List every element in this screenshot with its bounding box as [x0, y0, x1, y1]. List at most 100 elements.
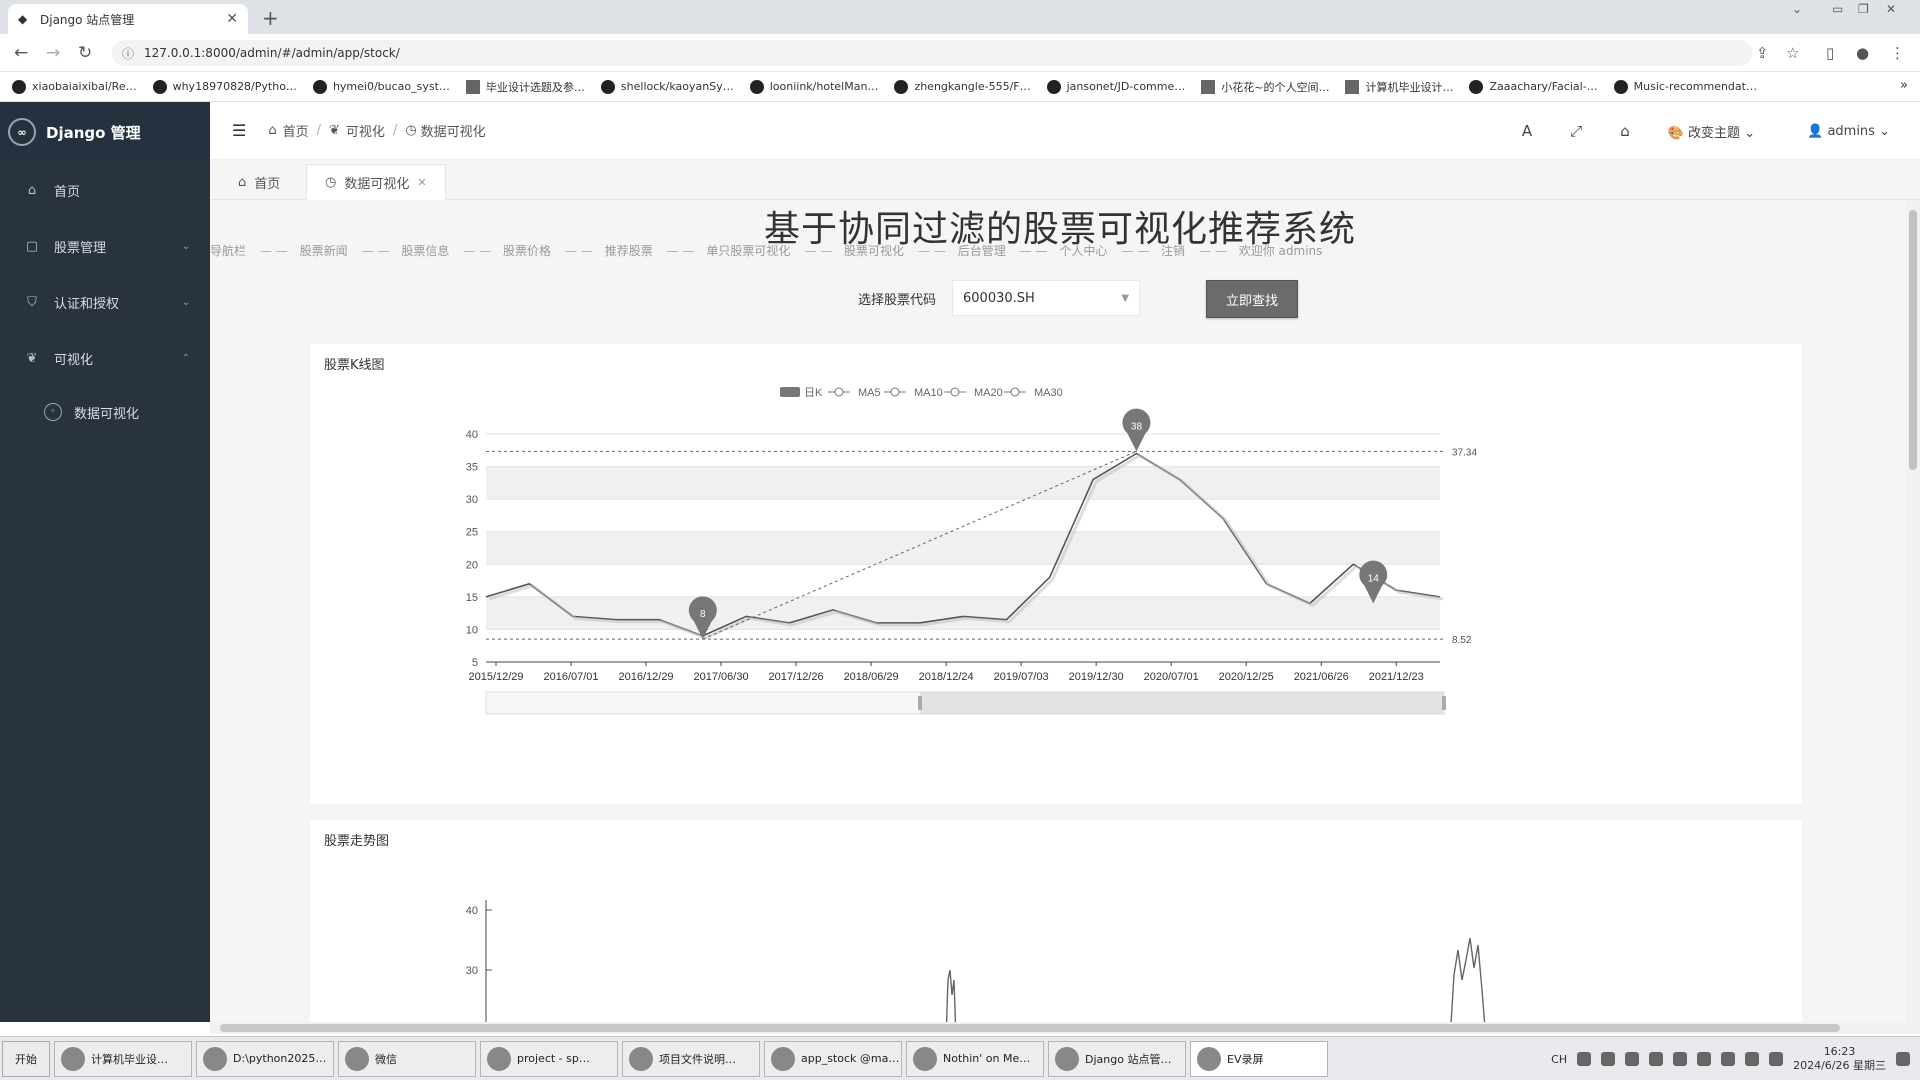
user-menu[interactable]: 👤 admins ⌄ [1807, 124, 1890, 139]
nav-separator: — — [361, 244, 390, 258]
tray-icon[interactable] [1649, 1052, 1664, 1066]
sidebar-item-visualization[interactable]: ❦ 可视化 ⌃ [0, 330, 210, 386]
minimize-icon[interactable]: ▭ [1832, 2, 1843, 16]
taskbar-item[interactable]: EV录屏 [1190, 1040, 1328, 1077]
nav-link[interactable]: 推荐股票 [605, 244, 653, 258]
tab-home[interactable]: ⌂ 首页 [220, 164, 298, 200]
url-field[interactable]: ⓘ 127.0.0.1:8000/admin/#/admin/app/stock… [112, 40, 1752, 66]
bookmark-item[interactable]: why18970828/Pytho… [152, 79, 297, 94]
tray-icon[interactable] [1601, 1052, 1616, 1066]
reload-icon[interactable]: ↻ [78, 43, 92, 63]
bookmark-item[interactable]: Zaaachary/Facial-… [1469, 79, 1598, 94]
start-button[interactable]: 开始 [2, 1040, 50, 1077]
nav-link[interactable]: 个人中心 [1059, 244, 1107, 258]
scroll-thumb[interactable] [1909, 210, 1917, 470]
taskbar-item[interactable]: 项目文件说明… [622, 1040, 760, 1077]
volume-icon[interactable] [1769, 1052, 1784, 1066]
qq-icon[interactable] [1721, 1052, 1736, 1066]
bookmark-item[interactable]: shellock/kaoyanSy… [600, 79, 734, 94]
y-tick-label: 30 [466, 965, 478, 977]
taskbar-item[interactable]: Nothin' on Me… [906, 1040, 1044, 1077]
bookmark-item[interactable]: looniink/hotelMan… [749, 79, 878, 94]
taskbar-item[interactable]: project - sp… [480, 1040, 618, 1077]
nav-separator: — — [666, 244, 695, 258]
tray-icon[interactable] [1673, 1052, 1688, 1066]
task-label: 微信 [375, 1052, 397, 1066]
breadcrumb-leaf-icon: ❦ [329, 123, 340, 138]
taskbar-item[interactable]: Django 站点管… [1048, 1040, 1186, 1077]
nav-link[interactable]: 股票新闻 [300, 244, 348, 258]
browser-menu-icon[interactable]: ⋮ [1890, 44, 1905, 62]
back-icon[interactable]: ← [14, 43, 28, 63]
pycharm-icon [487, 1046, 511, 1071]
nav-link[interactable]: 导航栏 [210, 244, 246, 258]
nav-link[interactable]: 后台管理 [958, 244, 1006, 258]
taskbar-item[interactable]: app_stock @ma… [764, 1040, 902, 1077]
tray-icon[interactable] [1697, 1052, 1712, 1066]
font-size-icon[interactable]: A [1522, 122, 1532, 140]
bookmark-star-icon[interactable]: ☆ [1786, 44, 1799, 62]
show-desktop-icon[interactable] [1896, 1052, 1910, 1066]
bookmark-item[interactable]: zhengkangle-555/F… [894, 79, 1031, 94]
sidepanel-icon[interactable]: ▯ [1826, 44, 1834, 62]
breadcrumb-item[interactable]: 首页 [283, 121, 309, 140]
qq-icon[interactable] [1745, 1052, 1760, 1066]
taskbar-item[interactable]: 微信 [338, 1040, 476, 1077]
bookmark-item[interactable]: jansonet/JD-comme… [1046, 79, 1185, 94]
stock-code-select[interactable]: 600030.SH ▼ [952, 280, 1141, 316]
nav-link[interactable]: 单只股票可视化 [706, 244, 790, 258]
home-icon[interactable]: ⌂ [1620, 122, 1630, 140]
close-tab-icon[interactable]: ✕ [417, 176, 426, 189]
bookmark-item[interactable]: 计算机毕业设计… [1345, 79, 1453, 95]
task-label: Nothin' on Me… [943, 1052, 1031, 1065]
sidebar-item-stock-management[interactable]: ▢ 股票管理 ⌄ [0, 218, 210, 274]
breadcrumb-circle-icon: ◷ [405, 123, 417, 138]
browser-tab[interactable]: ◆ Django 站点管理 ✕ [8, 4, 248, 34]
bookmark-item[interactable]: xiaobaiaixibai/Re… [12, 79, 137, 94]
vertical-scrollbar[interactable] [1906, 200, 1920, 1024]
tab-data-visualization[interactable]: ◷ 数据可视化 ✕ [306, 164, 446, 200]
kline-chart[interactable]: 日K MA5 MA10 MA20 MA30 5 10 15 20 25 30 35 40 2015/12/… [310, 344, 1802, 804]
bookmark-label: zhengkangle-555/F… [914, 80, 1031, 93]
language-indicator[interactable]: CH [1551, 1053, 1567, 1066]
new-tab-icon[interactable]: + [262, 6, 279, 30]
scroll-thumb[interactable] [220, 1024, 1840, 1032]
forward-icon[interactable]: → [46, 43, 60, 63]
taskbar-item[interactable]: D:\python2025… [196, 1040, 334, 1077]
fullscreen-icon[interactable]: ⤢ [1570, 122, 1582, 140]
bookmark-item[interactable]: Music-recommendat… [1613, 79, 1757, 94]
bookmark-item[interactable]: hymei0/bucao_syst… [312, 79, 450, 94]
maximize-icon[interactable]: ❐ [1858, 2, 1869, 16]
profile-icon[interactable]: ● [1856, 44, 1869, 62]
close-tab-icon[interactable]: ✕ [226, 11, 238, 27]
nav-link[interactable]: 注销 [1161, 244, 1185, 258]
bookmarks-overflow-icon[interactable]: » [1900, 78, 1908, 93]
theme-switcher[interactable]: 🎨 改变主题 ⌄ [1668, 122, 1755, 141]
sidebar-subitem-data-visualization[interactable]: ◦ 数据可视化 [0, 386, 210, 438]
bookmark-item[interactable]: 小花花~的个人空间… [1201, 79, 1329, 95]
horizontal-scrollbar[interactable] [210, 1022, 1920, 1034]
clock[interactable]: 16:23 2024/6/26 星期三 [1793, 1045, 1886, 1073]
trend-chart[interactable]: 30 40 [310, 820, 1802, 1024]
site-info-icon[interactable]: ⓘ [122, 45, 134, 62]
bookmark-label: why18970828/Pytho… [172, 80, 297, 93]
bookmark-item[interactable]: 毕业设计选题及参… [465, 79, 585, 95]
legend-label: MA10 [914, 387, 943, 399]
tab-search-icon[interactable]: ⌄ [1792, 2, 1802, 16]
tray-icon[interactable] [1577, 1052, 1592, 1066]
y-tick-label: 25 [466, 527, 478, 539]
menu-toggle-icon[interactable]: ☰ [232, 121, 246, 140]
tray-icon[interactable] [1625, 1052, 1640, 1066]
sidebar-item-home[interactable]: ⌂ 首页 [0, 162, 210, 218]
site-icon [465, 79, 480, 94]
sidebar-item-auth[interactable]: ⛉ 认证和授权 ⌄ [0, 274, 210, 330]
search-button[interactable]: 立即查找 [1206, 280, 1298, 318]
close-window-icon[interactable]: ✕ [1886, 2, 1896, 16]
nav-link[interactable]: 股票可视化 [844, 244, 904, 258]
share-icon[interactable]: ⇪ [1756, 44, 1769, 62]
nav-link[interactable]: 股票价格 [503, 244, 551, 258]
nav-link[interactable]: 股票信息 [401, 244, 449, 258]
breadcrumb-item[interactable]: 可视化 [346, 121, 385, 140]
taskbar-item[interactable]: 计算机毕业设… [54, 1040, 192, 1077]
task-label: app_stock @ma… [801, 1052, 900, 1065]
